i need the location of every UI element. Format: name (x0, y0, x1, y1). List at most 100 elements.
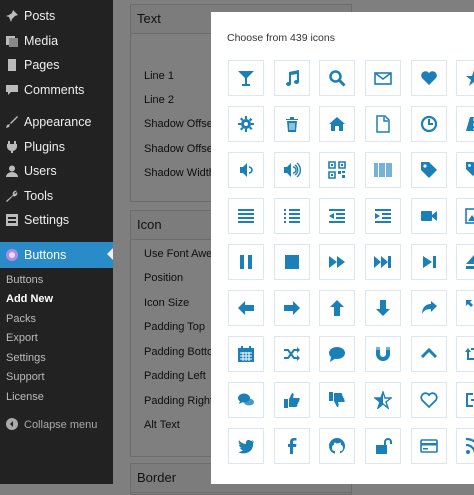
sidebar-item-appearance[interactable]: Appearance (0, 110, 113, 134)
icon-option-arrow-left[interactable] (228, 290, 264, 326)
music-icon (286, 70, 299, 86)
calendar-icon (238, 346, 254, 362)
icon-option-qrcode[interactable] (319, 152, 355, 188)
icon-option-trash[interactable] (274, 106, 310, 142)
collapse-arrow-icon (6, 417, 18, 433)
sidebar-item-tools[interactable]: Tools (0, 184, 113, 208)
sidebar-item-pages[interactable]: Pages (0, 53, 113, 77)
video-camera-icon (421, 211, 437, 221)
picture-icon (465, 208, 474, 224)
icon-option-envelope[interactable] (365, 60, 401, 96)
icon-option-unlock[interactable] (365, 428, 401, 464)
icon-option-pause[interactable] (228, 244, 264, 280)
icon-option-clock[interactable] (411, 106, 447, 142)
icon-option-share[interactable] (411, 290, 447, 326)
sidebar-item-plugins[interactable]: Plugins (0, 135, 113, 159)
glass-icon (238, 71, 254, 86)
tags-icon (466, 162, 474, 176)
icon-picker-modal: Choose from 439 icons (211, 12, 474, 484)
field-label: Padding Right (144, 395, 214, 407)
submenu-item-add-new[interactable]: Add New (6, 293, 53, 305)
icon-option-align-justify[interactable] (228, 198, 264, 234)
sidebar-item-settings[interactable]: Settings (0, 208, 113, 232)
submenu-item-support[interactable]: Support (6, 371, 45, 383)
icon-option-glass[interactable] (228, 60, 264, 96)
sidebar-item-posts[interactable]: Posts (0, 4, 113, 28)
icon-option-fast-forward[interactable] (365, 244, 401, 280)
sidebar-item-comments[interactable]: Comments (0, 78, 113, 102)
trash-icon (286, 117, 298, 132)
pages-icon (6, 59, 18, 71)
icon-option-heart-empty[interactable] (411, 382, 447, 418)
sidebar-item-users[interactable]: Users (0, 159, 113, 183)
icon-option-road[interactable] (456, 106, 474, 142)
icon-option-heart[interactable] (411, 60, 447, 96)
icon-option-thumbs-down[interactable] (319, 382, 355, 418)
icon-option-comment[interactable] (319, 336, 355, 372)
icon-option-calendar[interactable] (228, 336, 264, 372)
icon-option-picture[interactable] (456, 198, 474, 234)
icon-option-arrow-up[interactable] (319, 290, 355, 326)
icon-option-twitter[interactable] (228, 428, 264, 464)
envelope-icon (374, 72, 392, 85)
search-icon (329, 70, 346, 87)
icon-option-step-forward[interactable] (411, 244, 447, 280)
icon-option-list[interactable] (274, 198, 310, 234)
icon-option-search[interactable] (319, 60, 355, 96)
icon-option-arrow-right[interactable] (274, 290, 310, 326)
icon-option-sign-out[interactable] (456, 382, 474, 418)
icon-option-star[interactable] (456, 60, 474, 96)
icon-option-github[interactable] (319, 428, 355, 464)
collapse-menu-button[interactable]: Collapse menu (0, 415, 113, 435)
icon-option-thumbs-up[interactable] (274, 382, 310, 418)
icon-option-cog[interactable] (228, 106, 264, 142)
icon-option-chevron-up[interactable] (411, 336, 447, 372)
star-icon (466, 70, 474, 86)
icon-option-volume-up[interactable] (274, 152, 310, 188)
clock-icon (420, 115, 438, 133)
icon-option-stop[interactable] (274, 244, 310, 280)
arrow-right-icon (284, 301, 300, 315)
twitter-icon (238, 440, 254, 454)
submenu-item-export[interactable]: Export (6, 332, 38, 344)
icon-option-facebook[interactable] (274, 428, 310, 464)
icon-option-expand[interactable] (456, 290, 474, 326)
icon-option-outdent[interactable] (319, 198, 355, 234)
icon-option-home[interactable] (319, 106, 355, 142)
icon-option-volume-down[interactable] (228, 152, 264, 188)
icon-option-video-camera[interactable] (411, 198, 447, 234)
icon-option-credit-card[interactable] (411, 428, 447, 464)
field-label: Shadow Offset (144, 118, 216, 130)
icon-option-tag[interactable] (411, 152, 447, 188)
field-label: Line 1 (144, 70, 174, 82)
icon-option-retweet[interactable] (456, 336, 474, 372)
icon-option-forward[interactable] (319, 244, 355, 280)
sidebar-item-media[interactable]: Media (0, 29, 113, 53)
outdent-icon (329, 209, 345, 223)
icon-option-file[interactable] (365, 106, 401, 142)
submenu-item-settings[interactable]: Settings (6, 352, 46, 364)
list-icon (284, 209, 300, 223)
icon-option-arrow-down[interactable] (365, 290, 401, 326)
icon-option-indent[interactable] (365, 198, 401, 234)
submenu-item-license[interactable]: License (6, 391, 44, 403)
icon-option-tags[interactable] (456, 152, 474, 188)
icon-option-rss[interactable] (456, 428, 474, 464)
sidebar-item-buttons[interactable]: Buttons (0, 242, 113, 268)
icon-option-music[interactable] (274, 60, 310, 96)
submenu-item-packs[interactable]: Packs (6, 313, 36, 325)
comments-icon (238, 393, 254, 406)
icon-option-comments[interactable] (228, 382, 264, 418)
icon-option-eject[interactable] (456, 244, 474, 280)
icon-option-random[interactable] (274, 336, 310, 372)
stop-icon (285, 255, 299, 269)
icon-option-barcode[interactable] (365, 152, 401, 188)
icon-option-star-half[interactable] (365, 382, 401, 418)
user-icon (6, 165, 18, 177)
road-icon (466, 117, 474, 131)
modal-title: Choose from 439 icons (227, 32, 335, 44)
star-half-icon (374, 391, 392, 409)
field-label: Line 2 (144, 94, 174, 106)
submenu-item-buttons[interactable]: Buttons (6, 274, 43, 286)
icon-option-magnet[interactable] (365, 336, 401, 372)
